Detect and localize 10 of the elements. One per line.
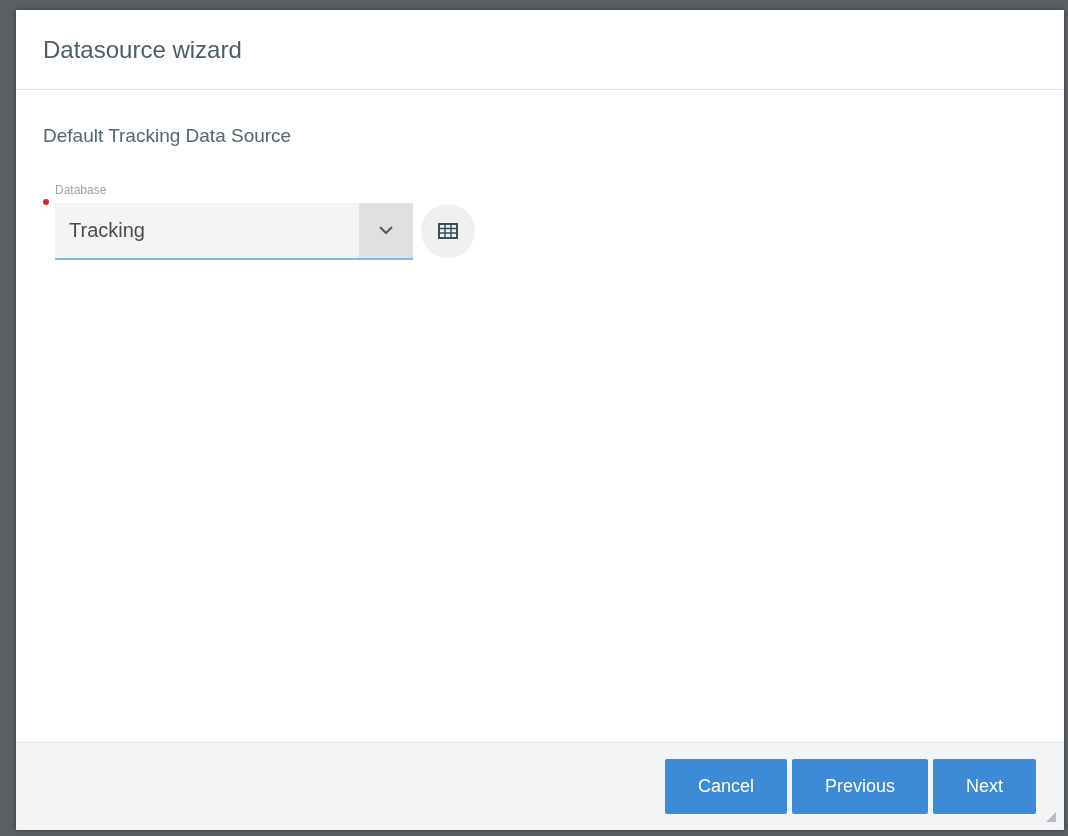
field-label: Database: [55, 181, 108, 199]
section-title: Default Tracking Data Source: [43, 124, 293, 148]
dialog-title: Datasource wizard: [43, 34, 242, 65]
chevron-down-icon: [378, 225, 394, 235]
footer-button[interactable]: Cancel: [664, 759, 787, 814]
table-icon: [438, 222, 458, 239]
resize-grip-icon: [1046, 812, 1056, 822]
footer-button[interactable]: Previous: [791, 759, 928, 814]
footer-button[interactable]: Next: [933, 759, 1036, 814]
database-select[interactable]: Tracking: [55, 202, 413, 260]
